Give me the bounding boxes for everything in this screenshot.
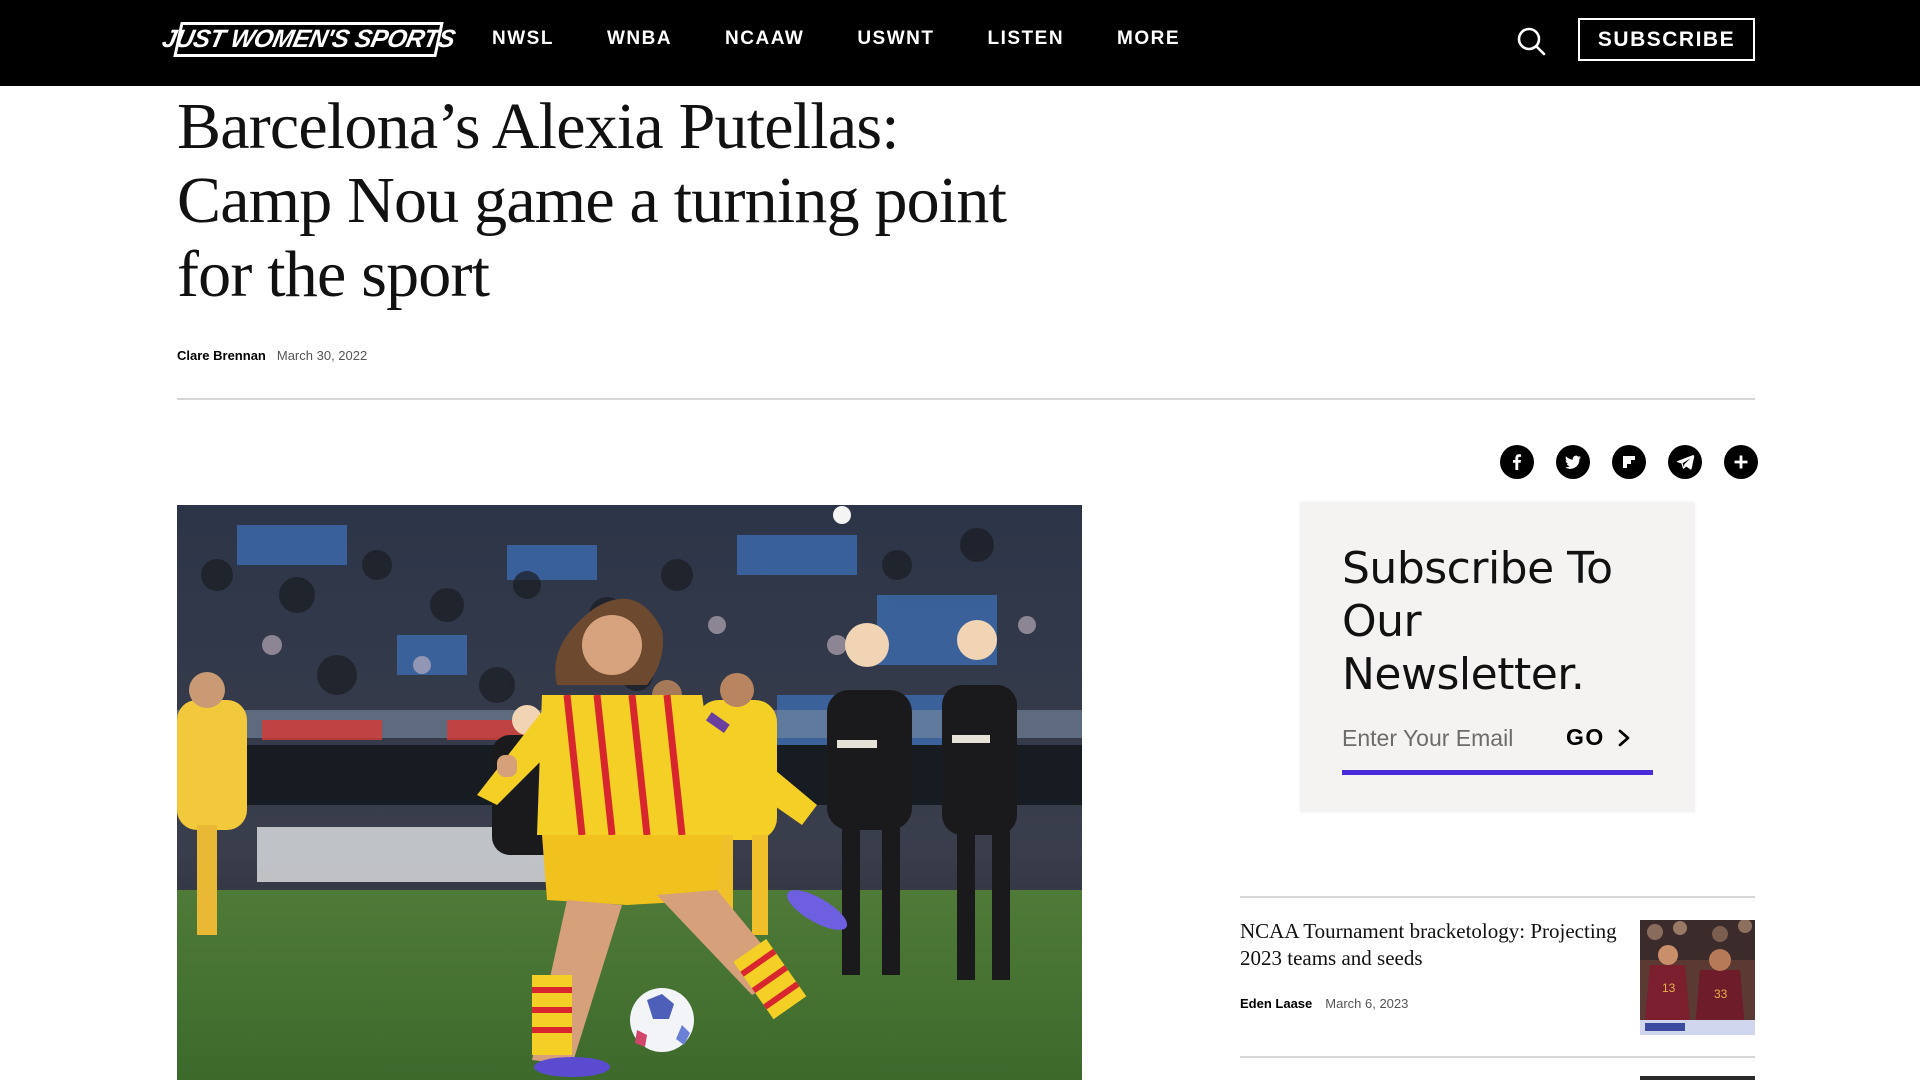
related-article-byline: Eden Laase March 6, 2023 [1240, 996, 1408, 1011]
chevron-right-icon [1618, 729, 1630, 746]
nav-item-listen[interactable]: LISTEN [987, 28, 1064, 50]
article-title: Barcelona’s Alexia Putellas: Camp Nou ga… [177, 90, 1007, 311]
email-input-underline [1342, 770, 1653, 775]
nav-item-ncaaw[interactable]: NCAAW [725, 28, 804, 50]
newsletter-title: Subscribe To Our Newsletter. [1342, 543, 1613, 700]
related-article-date: March 6, 2023 [1325, 996, 1409, 1011]
subscribe-button[interactable]: SUBSCRIBE [1578, 18, 1755, 61]
nav-item-wnba[interactable]: WNBA [607, 28, 672, 50]
flipboard-icon[interactable] [1612, 445, 1646, 479]
newsletter-box: Subscribe To Our Newsletter. GO [1300, 502, 1695, 812]
share-bar [1500, 445, 1758, 479]
nav-item-nwsl[interactable]: NWSL [492, 28, 554, 50]
related-article-title[interactable]: NCAA Tournament bracketology: Projecting… [1240, 918, 1625, 972]
twitter-icon[interactable] [1556, 445, 1590, 479]
related-article-author[interactable]: Eden Laase [1240, 996, 1312, 1011]
plus-icon[interactable] [1724, 445, 1758, 479]
site-logo[interactable]: JUST WOMEN'S SPORTS [160, 22, 458, 57]
svg-text:13: 13 [1662, 981, 1676, 995]
email-input[interactable] [1342, 720, 1542, 756]
divider [1240, 896, 1755, 898]
article-author[interactable]: Clare Brennan [177, 348, 266, 363]
article-byline: Clare Brennan March 30, 2022 [177, 348, 367, 363]
main-nav: NWSL WNBA NCAAW USWNT LISTEN MORE [492, 28, 1233, 50]
site-header: JUST WOMEN'S SPORTS NWSL WNBA NCAAW USWN… [0, 0, 1920, 86]
related-article-thumbnail[interactable]: 13 33 [1640, 920, 1755, 1035]
svg-text:33: 33 [1714, 987, 1728, 1001]
nav-item-more[interactable]: MORE [1117, 28, 1180, 50]
next-article-thumbnail[interactable] [1640, 1076, 1755, 1080]
facebook-icon[interactable] [1500, 445, 1534, 479]
article-date: March 30, 2022 [276, 348, 368, 363]
site-logo-text: JUST WOMEN'S SPORTS [159, 25, 458, 53]
go-button-label: GO [1566, 724, 1605, 750]
search-icon[interactable] [1516, 26, 1546, 56]
go-button[interactable]: GO [1566, 724, 1631, 751]
divider [1240, 1056, 1755, 1058]
article-hero-image [177, 505, 1082, 1080]
nav-item-uswnt[interactable]: USWNT [857, 28, 934, 50]
telegram-icon[interactable] [1668, 445, 1702, 479]
divider [177, 398, 1755, 400]
